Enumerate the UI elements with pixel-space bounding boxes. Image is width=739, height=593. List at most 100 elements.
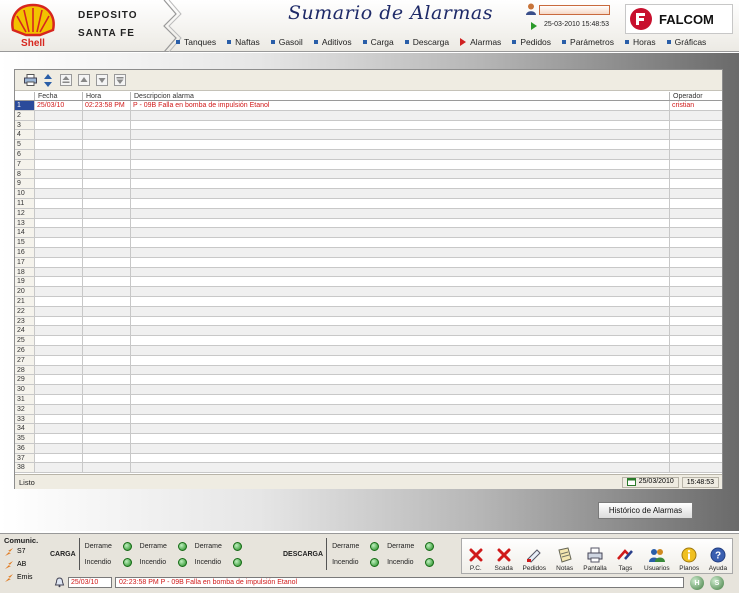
tool-tags-button[interactable]: Tags (616, 546, 634, 572)
table-row[interactable]: 14 (15, 228, 722, 239)
menu-item-pedidos[interactable]: Pedidos (512, 37, 551, 47)
derrame-indicator[interactable]: Derrame (387, 540, 435, 552)
table-row[interactable]: 30 (15, 385, 722, 395)
menu-item-alarmas[interactable]: Alarmas (460, 37, 501, 47)
table-row[interactable]: 16 (15, 247, 722, 258)
table-cell (83, 198, 131, 208)
table-row[interactable]: 3 (15, 120, 722, 131)
bell-icon[interactable] (54, 577, 65, 588)
incendio-indicator[interactable]: Incendio (140, 556, 187, 568)
incendio-indicator[interactable]: Incendio (195, 556, 242, 568)
table-row[interactable]: 22 (15, 306, 722, 317)
incendio-indicator[interactable]: Incendio (387, 556, 435, 568)
table-row[interactable]: 25 (15, 336, 722, 346)
derrame-indicator[interactable]: Derrame (140, 540, 187, 552)
move-up-icon[interactable] (77, 73, 91, 87)
col-header-operador[interactable]: Operador (670, 92, 722, 100)
table-row[interactable]: 33 (15, 414, 722, 425)
tool-notas-button[interactable]: Notas (556, 546, 574, 572)
menu-item-naftas[interactable]: Naftas (227, 37, 260, 47)
menu-item-gasoil[interactable]: Gasoil (270, 37, 303, 47)
table-row[interactable]: 17 (15, 257, 722, 268)
comm-item-s7[interactable]: S7 (4, 545, 44, 558)
tool-ayuda-button[interactable]: ? Ayuda (709, 546, 727, 572)
tool-pc-button[interactable]: P.C. (467, 546, 485, 572)
table-row[interactable]: 5 (15, 140, 722, 150)
col-header-hora[interactable]: Hora (83, 92, 131, 100)
move-bottom-icon[interactable] (113, 73, 127, 87)
table-row[interactable]: 19 (15, 277, 722, 288)
nav-h-button[interactable]: H (690, 576, 704, 590)
comm-item-ab[interactable]: AB (4, 558, 44, 571)
table-cell (35, 238, 83, 247)
table-row[interactable]: 35 (15, 434, 722, 444)
derrame-indicator[interactable]: Derrame (332, 540, 380, 552)
user-field[interactable] (539, 5, 610, 15)
col-header-descripcion[interactable]: Descripcion alarma (131, 92, 670, 100)
menu-item-carga[interactable]: Carga (362, 37, 394, 47)
print-icon[interactable] (23, 73, 37, 87)
derrame-indicator[interactable]: Derrame (195, 540, 242, 552)
col-header-index[interactable] (15, 92, 35, 100)
tool-usuarios-button[interactable]: Usuarios (644, 546, 670, 572)
table-row[interactable]: 9 (15, 179, 722, 190)
table-row[interactable]: 6 (15, 149, 722, 160)
grid-toolbar (15, 70, 722, 91)
nav-s-button[interactable]: S (710, 576, 724, 590)
table-row[interactable]: 29 (15, 375, 722, 386)
table-row[interactable]: 34 (15, 424, 722, 435)
tool-pantalla-button[interactable]: Pantalla (583, 546, 607, 572)
row-number: 6 (15, 149, 35, 159)
menu-item-aditivos[interactable]: Aditivos (313, 37, 352, 47)
table-cell (131, 316, 670, 326)
menu-item-grficas[interactable]: Gráficas (666, 37, 706, 47)
incendio-indicator[interactable]: Incendio (332, 556, 380, 568)
table-row[interactable]: 21 (15, 296, 722, 307)
menu-item-descarga[interactable]: Descarga (404, 37, 449, 47)
menu-item-horas[interactable]: Horas (624, 37, 656, 47)
table-row[interactable]: 20 (15, 287, 722, 297)
table-row[interactable]: 4 (15, 130, 722, 141)
table-row[interactable]: 2 (15, 110, 722, 121)
table-row[interactable]: 23 (15, 316, 722, 327)
table-row[interactable]: 7 (15, 159, 722, 170)
table-row[interactable]: 27 (15, 355, 722, 366)
table-cell (83, 149, 131, 159)
table-row[interactable]: 38 (15, 463, 722, 474)
menu-item-tanques[interactable]: Tanques (176, 37, 216, 47)
move-down-icon[interactable] (95, 73, 109, 87)
tool-pedidos-button[interactable]: Pedidos (523, 546, 546, 572)
table-row[interactable]: 36 (15, 443, 722, 454)
table-row[interactable]: 10 (15, 189, 722, 199)
table-row[interactable]: 32 (15, 404, 722, 415)
incendio-indicator[interactable]: Incendio (85, 556, 132, 568)
table-cell (83, 179, 131, 189)
menu-item-parmetros[interactable]: Parámetros (562, 37, 614, 47)
table-row[interactable]: 37 (15, 453, 722, 464)
table-row[interactable]: 15 (15, 238, 722, 248)
table-cell (670, 189, 722, 198)
derrame-indicator[interactable]: Derrame (85, 540, 132, 552)
site-name-line2: SANTA FE (78, 28, 135, 39)
status-led-icon (425, 541, 435, 551)
sort-icon[interactable] (41, 73, 55, 87)
table-cell (35, 355, 83, 365)
table-row[interactable]: 11 (15, 198, 722, 209)
table-row[interactable]: 1 25/03/10 02:23:58 PM P - 09B Falla en bom… (15, 101, 722, 111)
col-header-fecha[interactable]: Fecha (35, 92, 83, 100)
table-cell (83, 120, 131, 130)
table-row[interactable]: 26 (15, 345, 722, 356)
tool-scada-button[interactable]: Scada (494, 546, 513, 572)
table-row[interactable]: 24 (15, 326, 722, 337)
table-row[interactable]: 28 (15, 365, 722, 376)
table-row[interactable]: 12 (15, 208, 722, 219)
alarm-grid: Fecha Hora Descripcion alarma Operador 1… (15, 92, 722, 474)
table-row[interactable]: 18 (15, 267, 722, 278)
table-row[interactable]: 8 (15, 169, 722, 180)
move-top-icon[interactable] (59, 73, 73, 87)
tool-planos-button[interactable]: Planos (679, 546, 699, 572)
history-button[interactable]: Histórico de Alarmas (598, 502, 693, 519)
table-row[interactable]: 13 (15, 218, 722, 229)
comm-item-emis[interactable]: Emis (4, 571, 44, 584)
table-row[interactable]: 31 (15, 394, 722, 405)
